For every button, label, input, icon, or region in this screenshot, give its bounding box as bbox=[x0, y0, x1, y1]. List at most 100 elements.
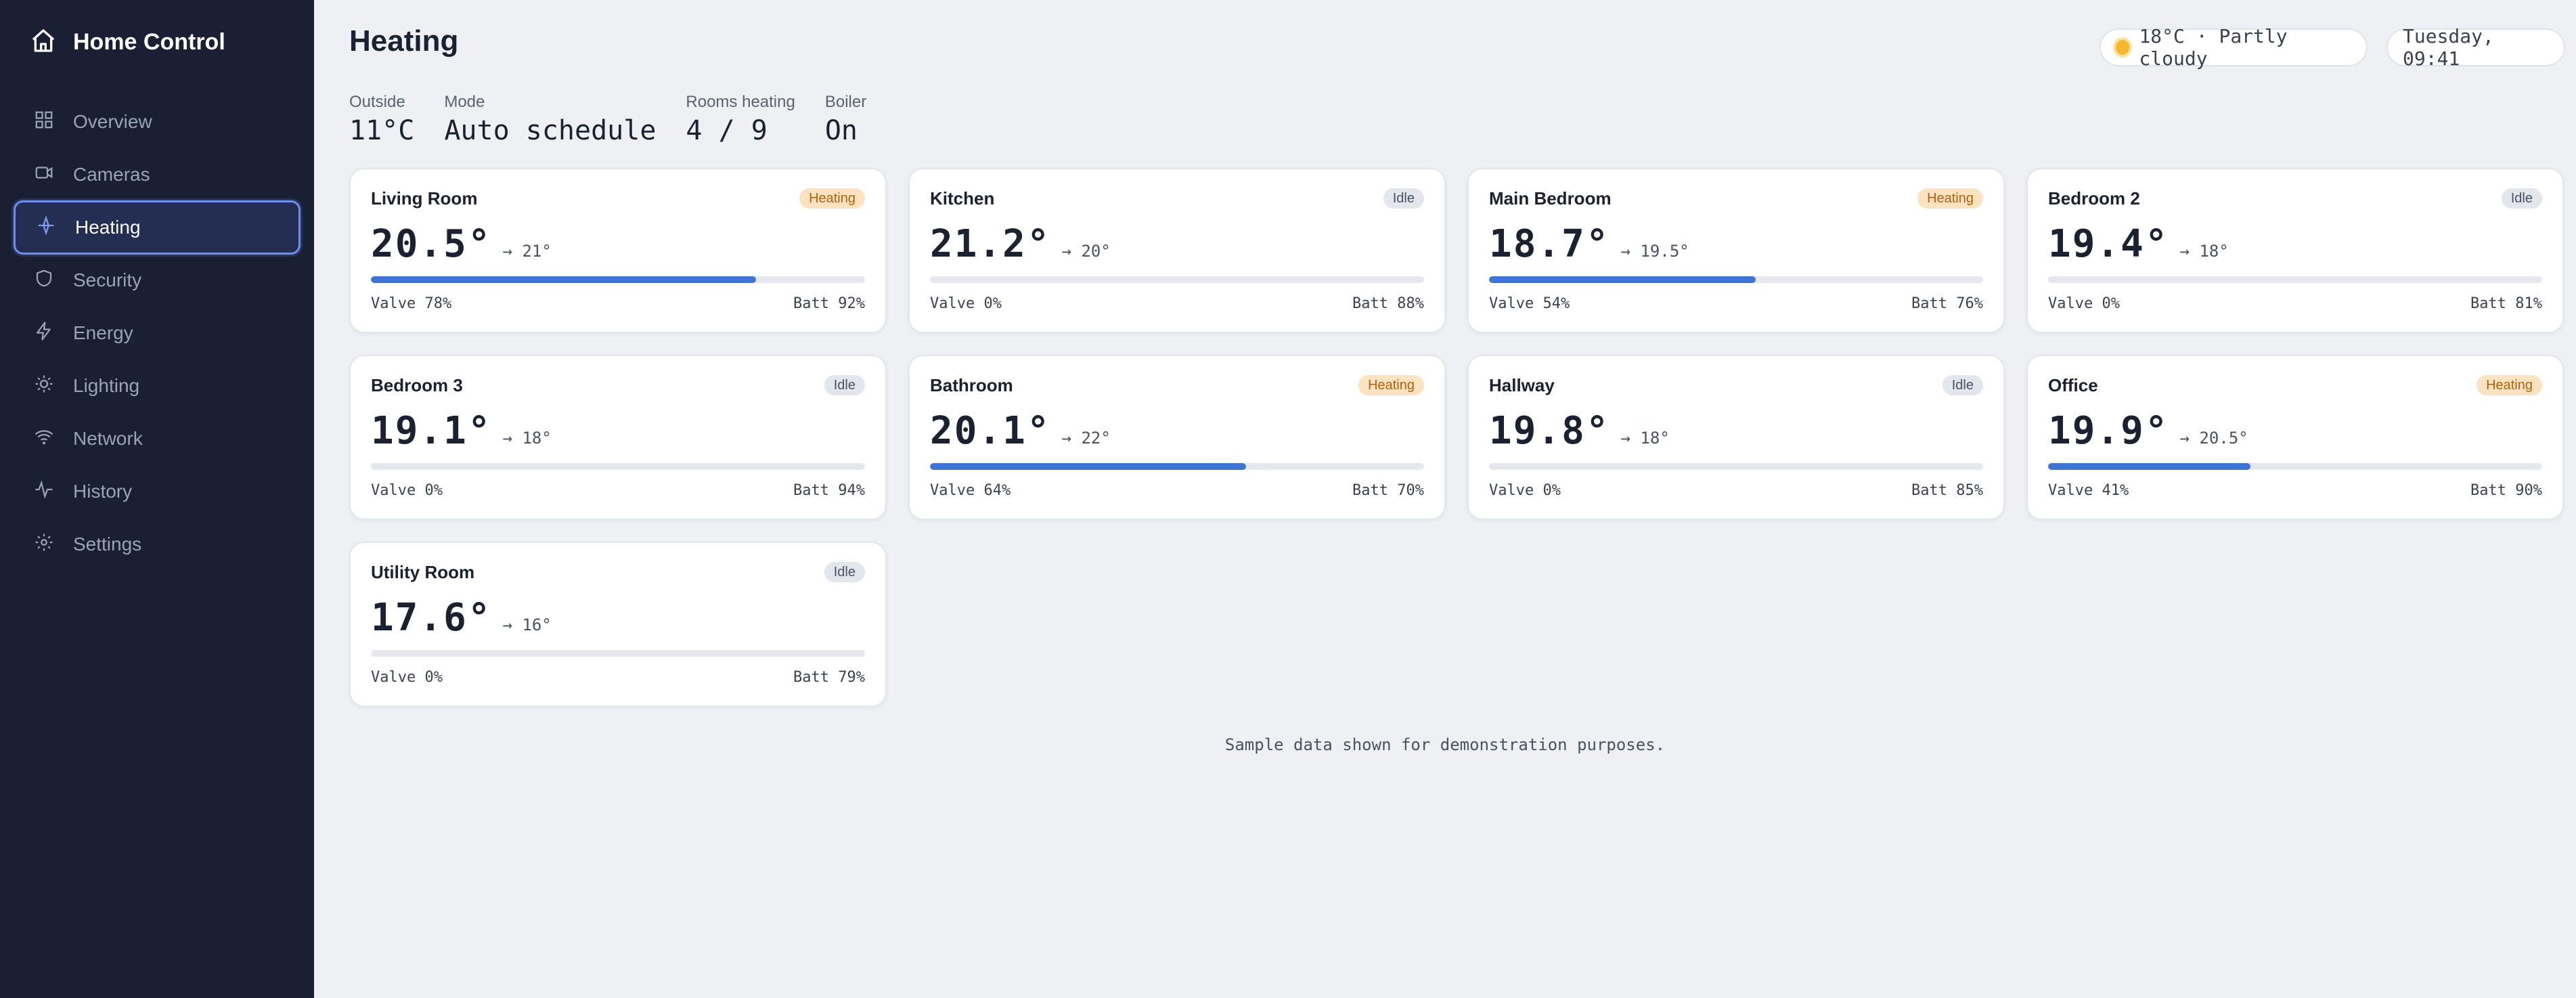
valve-bar bbox=[371, 463, 865, 470]
grid-icon bbox=[34, 110, 54, 135]
sidebar-item-label: Energy bbox=[73, 322, 133, 343]
room-card[interactable]: Hallway Idle 19.8° → 18° Valve 0% Batt 8… bbox=[1467, 355, 2005, 520]
target-temperature: → 18° bbox=[502, 429, 552, 448]
sidebar-item-network[interactable]: Network bbox=[14, 412, 301, 466]
sidebar-item-heating[interactable]: Heating bbox=[14, 200, 301, 255]
sidebar-item-label: Overview bbox=[73, 111, 152, 132]
valve-bar bbox=[371, 276, 865, 283]
stat-value: Auto schedule bbox=[444, 115, 657, 146]
app-title: Home Control bbox=[73, 28, 225, 55]
room-name: Bathroom bbox=[930, 375, 1013, 395]
activity-icon bbox=[34, 479, 54, 504]
stat-mode: Mode Auto schedule bbox=[444, 92, 656, 146]
card-footer: Valve 54% Batt 76% bbox=[1489, 295, 1983, 312]
current-temperature: 19.8° bbox=[1489, 409, 1610, 453]
sidebar-item-lighting[interactable]: Lighting bbox=[14, 359, 301, 413]
sidebar-item-security[interactable]: Security bbox=[14, 253, 301, 307]
battery-text: Batt 81% bbox=[2470, 295, 2542, 312]
temperature-row: 18.7° → 19.5° bbox=[1489, 222, 1689, 266]
page-title: Heating bbox=[349, 24, 459, 58]
battery-text: Batt 70% bbox=[1352, 482, 1424, 499]
brand[interactable]: Home Control bbox=[30, 27, 225, 57]
battery-text: Batt 76% bbox=[1911, 295, 1983, 312]
temperature-row: 20.1° → 22° bbox=[930, 409, 1111, 453]
target-temperature: → 16° bbox=[502, 615, 552, 634]
current-temperature: 18.7° bbox=[1489, 222, 1610, 266]
sidebar-item-label: Settings bbox=[73, 534, 142, 555]
battery-text: Batt 90% bbox=[2470, 482, 2542, 499]
card-footer: Valve 41% Batt 90% bbox=[2048, 482, 2542, 499]
room-name: Bedroom 3 bbox=[371, 375, 463, 395]
sun-icon bbox=[34, 374, 54, 399]
current-temperature: 19.9° bbox=[2048, 409, 2169, 453]
sidebar-nav: Overview Cameras Heating Security Energy… bbox=[14, 95, 301, 570]
gear-icon bbox=[34, 532, 54, 557]
room-card[interactable]: Main Bedroom Heating 18.7° → 19.5° Valve… bbox=[1467, 168, 2005, 333]
current-temperature: 21.2° bbox=[930, 222, 1051, 266]
valve-text: Valve 0% bbox=[930, 295, 1002, 312]
stat-value: 11°C bbox=[349, 115, 415, 146]
room-card[interactable]: Office Heating 19.9° → 20.5° Valve 41% B… bbox=[2026, 355, 2564, 520]
status-badge: Heating bbox=[799, 188, 865, 209]
camera-icon bbox=[34, 162, 54, 188]
summary-stats: Outside 11°C Mode Auto schedule Rooms he… bbox=[349, 92, 896, 146]
stat-outside: Outside 11°C bbox=[349, 92, 414, 146]
sidebar-item-cameras[interactable]: Cameras bbox=[14, 148, 301, 202]
current-temperature: 20.5° bbox=[371, 222, 492, 266]
valve-text: Valve 0% bbox=[2048, 295, 2120, 312]
sidebar-item-label: History bbox=[73, 481, 133, 502]
status-badge: Idle bbox=[824, 562, 865, 582]
card-footer: Valve 0% Batt 88% bbox=[930, 295, 1424, 312]
sidebar-item-overview[interactable]: Overview bbox=[14, 95, 301, 149]
temperature-row: 21.2° → 20° bbox=[930, 222, 1111, 266]
battery-text: Batt 94% bbox=[793, 482, 865, 499]
stat-label: Outside bbox=[349, 93, 405, 111]
home-icon bbox=[30, 27, 57, 58]
valve-bar-fill bbox=[2048, 463, 2251, 470]
target-temperature: → 22° bbox=[1061, 429, 1111, 448]
room-name: Bedroom 2 bbox=[2048, 188, 2140, 209]
stat-boiler: Boiler On bbox=[825, 92, 866, 146]
sidebar-item-history[interactable]: History bbox=[14, 464, 301, 519]
weather-text: 18°C · Partly cloudy bbox=[2139, 25, 2288, 70]
temperature-row: 20.5° → 21° bbox=[371, 222, 552, 266]
sidebar-item-energy[interactable]: Energy bbox=[14, 306, 301, 360]
sidebar-item-label: Security bbox=[73, 269, 142, 290]
valve-text: Valve 78% bbox=[371, 295, 452, 312]
card-footer: Valve 0% Batt 79% bbox=[371, 669, 865, 686]
room-name: Office bbox=[2048, 375, 2098, 395]
room-card[interactable]: Kitchen Idle 21.2° → 20° Valve 0% Batt 8… bbox=[908, 168, 1446, 333]
sidebar-item-settings[interactable]: Settings bbox=[14, 517, 301, 571]
footnote: Sample data shown for demonstration purp… bbox=[1224, 735, 1666, 754]
target-temperature: → 18° bbox=[1620, 429, 1670, 448]
room-grid: Living Room Heating 20.5° → 21° Valve 78… bbox=[349, 168, 2564, 707]
sidebar: Home Control Overview Cameras Heating Se… bbox=[0, 0, 314, 998]
stat-value: On bbox=[824, 115, 858, 146]
weather-pill[interactable]: 18°C · Partly cloudy bbox=[2100, 25, 2368, 70]
room-card[interactable]: Bedroom 3 Idle 19.1° → 18° Valve 0% Batt… bbox=[349, 355, 887, 520]
room-card[interactable]: Bedroom 2 Idle 19.4° → 18° Valve 0% Batt… bbox=[2026, 168, 2564, 333]
room-card[interactable]: Living Room Heating 20.5° → 21° Valve 78… bbox=[349, 168, 887, 333]
target-temperature: → 20° bbox=[1061, 242, 1111, 261]
target-temperature: → 19.5° bbox=[1620, 242, 1689, 261]
sidebar-item-label: Network bbox=[73, 428, 143, 449]
current-temperature: 19.1° bbox=[371, 409, 492, 453]
room-card[interactable]: Utility Room Idle 17.6° → 16° Valve 0% B… bbox=[349, 542, 887, 707]
room-card[interactable]: Bathroom Heating 20.1° → 22° Valve 64% B… bbox=[908, 355, 1446, 520]
valve-bar-fill bbox=[1489, 276, 1756, 283]
current-temperature: 19.4° bbox=[2048, 222, 2169, 266]
card-footer: Valve 0% Batt 94% bbox=[371, 482, 865, 499]
sun-weather-icon bbox=[2116, 40, 2130, 55]
valve-text: Valve 0% bbox=[371, 482, 443, 499]
valve-text: Valve 64% bbox=[930, 482, 1011, 499]
temperature-row: 19.8° → 18° bbox=[1489, 409, 1670, 453]
temperature-row: 19.4° → 18° bbox=[2048, 222, 2229, 266]
valve-bar bbox=[930, 276, 1424, 283]
card-footer: Valve 64% Batt 70% bbox=[930, 482, 1424, 499]
valve-bar bbox=[1489, 463, 1983, 470]
wifi-icon bbox=[34, 427, 54, 452]
heating-icon bbox=[36, 215, 56, 240]
status-badge: Idle bbox=[824, 375, 865, 395]
target-temperature: → 20.5° bbox=[2179, 429, 2248, 448]
valve-bar-fill bbox=[371, 276, 757, 283]
